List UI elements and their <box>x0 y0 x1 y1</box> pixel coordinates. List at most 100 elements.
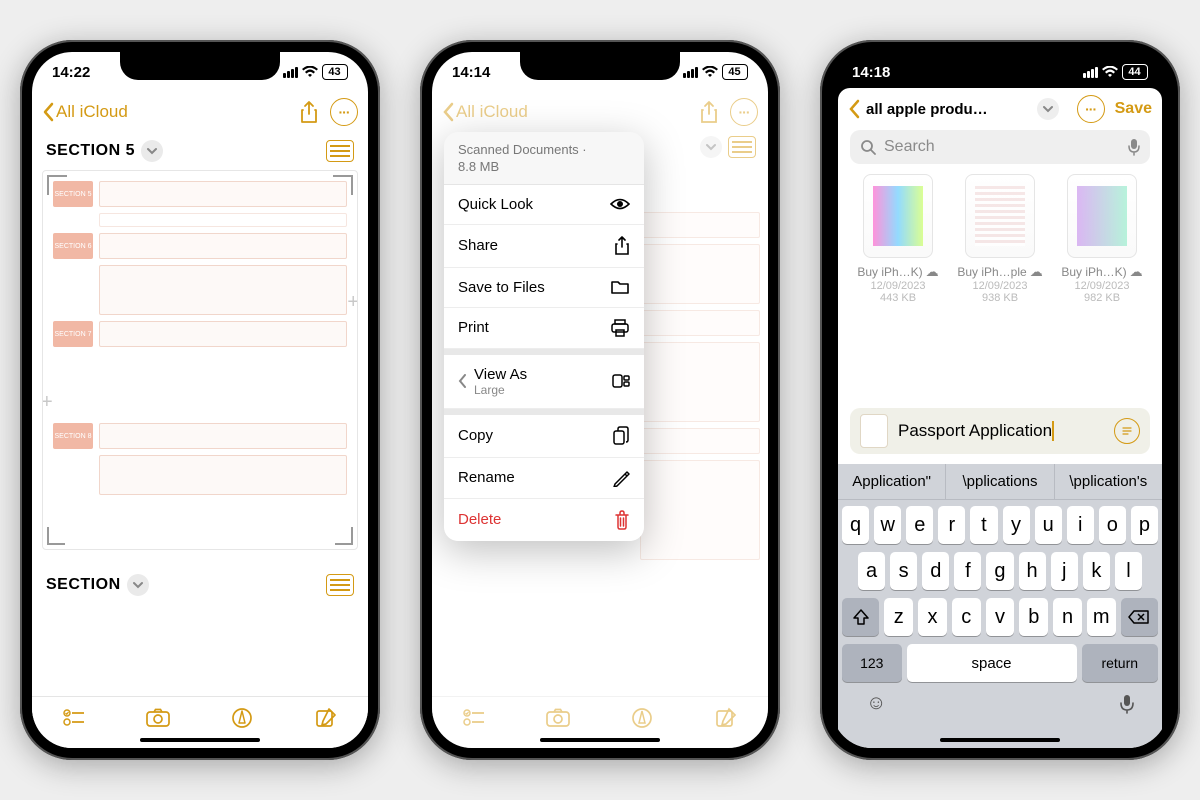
menu-print[interactable]: Print <box>444 308 644 349</box>
search-input[interactable]: Search <box>850 130 1150 164</box>
live-text-icon[interactable] <box>1114 418 1140 444</box>
grid-small-icon <box>612 374 630 388</box>
file-grid: Buy iPh…K)☁︎ 12/09/2023 443 KB Buy iPh…p… <box>838 174 1162 304</box>
key[interactable]: v <box>986 598 1015 636</box>
context-menu-header: Scanned Documents · 8.8 MB <box>444 132 644 185</box>
home-indicator[interactable] <box>140 738 260 742</box>
suggestion[interactable]: \pplication's <box>1055 464 1162 499</box>
more-button[interactable]: ··· <box>330 98 358 126</box>
back-button[interactable]: All iCloud <box>442 102 528 122</box>
key[interactable]: a <box>858 552 885 590</box>
shift-key[interactable] <box>842 598 879 636</box>
key[interactable]: b <box>1019 598 1048 636</box>
keyboard: Application" \pplications \pplication's … <box>838 464 1162 748</box>
share-button[interactable] <box>294 97 324 127</box>
key[interactable]: n <box>1053 598 1082 636</box>
back-button[interactable]: All iCloud <box>42 102 128 122</box>
trash-icon <box>614 510 630 530</box>
numbers-key[interactable]: 123 <box>842 644 902 682</box>
return-key[interactable]: return <box>1082 644 1159 682</box>
folder-dropdown[interactable] <box>1037 98 1059 120</box>
notch <box>920 52 1080 80</box>
menu-view-as[interactable]: View As Large <box>444 349 644 409</box>
space-key[interactable]: space <box>907 644 1077 682</box>
key[interactable]: k <box>1083 552 1110 590</box>
home-indicator[interactable] <box>540 738 660 742</box>
suggestion[interactable]: Application" <box>838 464 946 499</box>
phone-1: 14:22 43 All iCloud ··· SECTION 5 <box>20 40 380 760</box>
wifi-icon <box>1102 66 1118 78</box>
key[interactable]: g <box>986 552 1013 590</box>
key[interactable]: w <box>874 506 901 544</box>
key[interactable]: d <box>922 552 949 590</box>
file-item[interactable]: Buy iPh…K)☁︎ 12/09/2023 443 KB <box>852 174 944 304</box>
key[interactable]: i <box>1067 506 1094 544</box>
key[interactable]: h <box>1019 552 1046 590</box>
emoji-key[interactable]: ☺ <box>866 692 886 715</box>
document-preview: SECTION 5 SECTION 6 SECTION 7 SECTION 8 <box>53 181 347 539</box>
phone-3: 14:18 44 all apple produ… ··· S <box>820 40 1180 760</box>
scanned-document[interactable]: SECTION 5 SECTION 6 SECTION 7 SECTION 8 … <box>42 170 358 550</box>
wifi-icon <box>302 66 318 78</box>
eye-icon <box>610 197 630 211</box>
file-item[interactable]: Buy iPh…K)☁︎ 12/09/2023 982 KB <box>1056 174 1148 304</box>
key[interactable]: o <box>1099 506 1126 544</box>
checklist-button[interactable] <box>459 703 489 733</box>
menu-copy[interactable]: Copy <box>444 409 644 458</box>
status-time: 14:18 <box>852 64 890 81</box>
key[interactable]: t <box>970 506 997 544</box>
markup-button[interactable] <box>627 703 657 733</box>
key[interactable]: c <box>952 598 981 636</box>
key[interactable]: j <box>1051 552 1078 590</box>
key[interactable]: e <box>906 506 933 544</box>
save-button[interactable]: Save <box>1115 100 1152 118</box>
collapse-toggle[interactable] <box>700 136 722 158</box>
compose-button[interactable] <box>311 703 341 733</box>
battery-icon: 43 <box>322 64 348 80</box>
more-button[interactable]: ··· <box>730 98 758 126</box>
key[interactable]: l <box>1115 552 1142 590</box>
key[interactable]: u <box>1035 506 1062 544</box>
file-item[interactable]: Buy iPh…ple☁︎ 12/09/2023 938 KB <box>954 174 1046 304</box>
markup-button[interactable] <box>227 703 257 733</box>
key[interactable]: s <box>890 552 917 590</box>
share-icon <box>614 236 630 256</box>
search-icon <box>860 139 876 155</box>
phone-2: 14:14 45 All iCloud ··· n any sort o <box>420 40 780 760</box>
suggestion[interactable]: \pplications <box>946 464 1054 499</box>
camera-button[interactable] <box>143 703 173 733</box>
home-indicator[interactable] <box>940 738 1060 742</box>
key[interactable]: y <box>1003 506 1030 544</box>
key[interactable]: m <box>1087 598 1116 636</box>
menu-quick-look[interactable]: Quick Look <box>444 185 644 225</box>
folder-title: all apple produ… <box>866 101 1031 118</box>
dictation-icon[interactable] <box>1128 138 1140 156</box>
key[interactable]: f <box>954 552 981 590</box>
back-button[interactable] <box>848 99 860 119</box>
key[interactable]: q <box>842 506 869 544</box>
rename-field[interactable]: Passport Application <box>850 408 1150 454</box>
menu-share[interactable]: Share <box>444 225 644 268</box>
share-button[interactable] <box>694 97 724 127</box>
dictation-key[interactable] <box>1120 694 1134 714</box>
collapse-toggle[interactable] <box>141 140 163 162</box>
table-icon[interactable] <box>326 574 354 596</box>
key[interactable]: x <box>918 598 947 636</box>
menu-rename[interactable]: Rename <box>444 458 644 499</box>
table-icon[interactable] <box>326 140 354 162</box>
table-icon[interactable] <box>728 136 756 158</box>
key[interactable]: p <box>1131 506 1158 544</box>
compose-button[interactable] <box>711 703 741 733</box>
cellular-icon <box>1083 67 1098 78</box>
camera-button[interactable] <box>543 703 573 733</box>
backspace-key[interactable] <box>1121 598 1158 636</box>
collapse-toggle[interactable] <box>127 574 149 596</box>
key[interactable]: r <box>938 506 965 544</box>
checklist-button[interactable] <box>59 703 89 733</box>
menu-save-to-files[interactable]: Save to Files <box>444 268 644 308</box>
cloud-icon: ☁︎ <box>1030 264 1043 280</box>
key[interactable]: z <box>884 598 913 636</box>
menu-delete[interactable]: Delete <box>444 499 644 541</box>
printer-icon <box>610 319 630 337</box>
more-button[interactable]: ··· <box>1077 95 1105 123</box>
